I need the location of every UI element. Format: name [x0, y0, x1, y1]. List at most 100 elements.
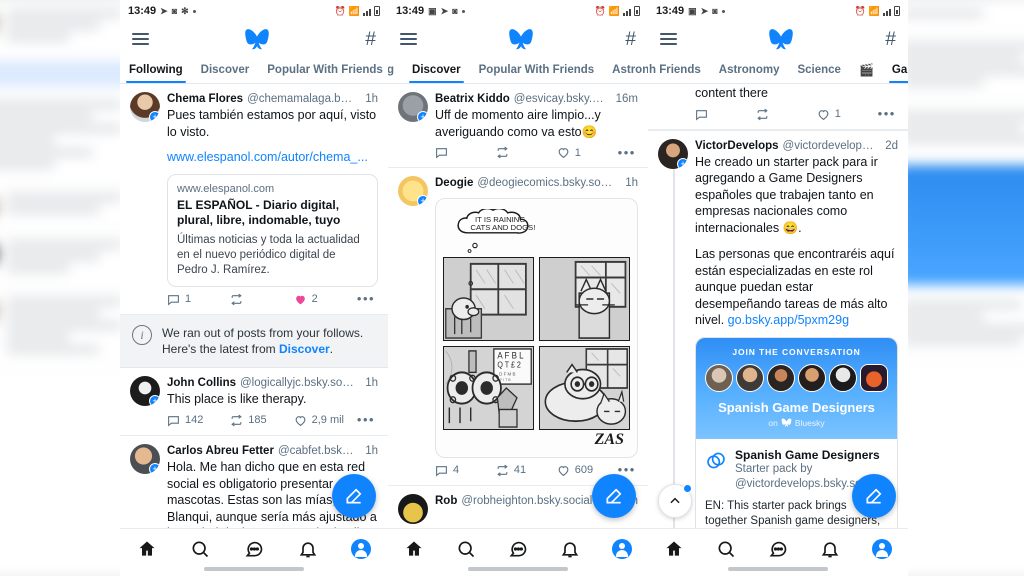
author-name[interactable]: Carlos Abreu Fetter	[167, 444, 274, 458]
feed-following[interactable]: + Chema Flores @chemamalaga.bsky.s... 1h…	[120, 84, 388, 528]
reply-action[interactable]: 142	[167, 414, 230, 427]
nav-profile[interactable]	[612, 538, 632, 559]
nav-messages[interactable]	[768, 539, 788, 559]
author-handle[interactable]: @chemamalaga.bsky.s...	[247, 92, 356, 106]
author-name[interactable]: Beatrix Kiddo	[435, 92, 510, 106]
repost-action[interactable]	[756, 108, 817, 121]
tab-following[interactable]: Following	[120, 56, 192, 83]
tab-astronomy[interactable]: Astronomy	[603, 56, 648, 83]
author-handle[interactable]: @deogiecomics.bsky.social	[477, 176, 616, 190]
tab-science[interactable]: Science	[788, 56, 849, 83]
tab-clapperboard[interactable]: 🎬	[850, 56, 883, 83]
follow-plus-icon[interactable]: +	[149, 395, 160, 406]
reply-action[interactable]: 4	[435, 464, 496, 477]
bottom-navigation[interactable]	[648, 528, 908, 576]
avatar[interactable]: +	[398, 92, 428, 122]
repost-action[interactable]	[496, 146, 557, 159]
hashtag-icon[interactable]: #	[625, 30, 636, 49]
nav-profile[interactable]	[351, 538, 372, 559]
post-link[interactable]: www.elespanol.com/autor/chema_...	[167, 149, 378, 165]
author-handle[interactable]: @esvicay.bsky.social	[514, 92, 607, 106]
nav-messages[interactable]	[508, 539, 528, 559]
follow-plus-icon[interactable]: +	[149, 111, 160, 122]
tab-popular-with-friends[interactable]: Popular With Friends	[470, 56, 604, 83]
nav-notifications[interactable]	[560, 539, 580, 559]
author-name[interactable]: Rob	[435, 494, 457, 508]
author-handle[interactable]: @victordevelops.bsk...	[783, 139, 877, 153]
nav-notifications[interactable]	[820, 539, 840, 559]
author-name[interactable]: Chema Flores	[167, 92, 243, 106]
bottom-navigation[interactable]	[120, 528, 388, 576]
feed-gamedev[interactable]: content there 1 ••• + VictorDevelops @vi…	[648, 84, 908, 528]
nav-home[interactable]	[137, 539, 157, 559]
author-name[interactable]: VictorDevelops	[695, 139, 779, 153]
tab-popular-with-friends-partial[interactable]: h Friends	[648, 56, 710, 83]
comic-image[interactable]: IT IS RAINING CATS AND DOGS! A F B L Q T…	[435, 197, 638, 458]
like-action[interactable]: 2,9 mil	[294, 414, 357, 427]
tab-discover[interactable]: Discover	[192, 56, 259, 83]
menu-icon[interactable]	[400, 30, 417, 48]
reply-action[interactable]: 1	[167, 293, 230, 306]
more-options-action[interactable]: •••	[878, 107, 898, 120]
hashtag-icon[interactable]: #	[365, 30, 376, 49]
scroll-to-top-button[interactable]	[658, 484, 692, 518]
more-options-action[interactable]: •••	[357, 292, 378, 305]
post-item[interactable]: + Chema Flores @chemamalaga.bsky.s... 1h…	[120, 84, 388, 315]
nav-search[interactable]	[190, 539, 210, 559]
tab-astronomy[interactable]: Astronomy	[710, 56, 789, 83]
post-shortlink[interactable]: go.bsky.app/5pxm29g	[728, 313, 849, 327]
avatar[interactable]: +	[130, 376, 160, 406]
menu-icon[interactable]	[132, 30, 149, 48]
more-options-action[interactable]: •••	[357, 414, 378, 427]
more-options-action[interactable]: •••	[618, 464, 638, 477]
more-options-action[interactable]: •••	[618, 146, 638, 159]
tab-popular-with-friends[interactable]: Popular With Friends	[258, 56, 388, 83]
post-item[interactable]: + John Collins @logicallyjc.bsky.social …	[120, 368, 388, 436]
author-name[interactable]: John Collins	[167, 376, 236, 390]
like-action[interactable]: 1	[817, 108, 878, 121]
follow-plus-icon[interactable]: +	[417, 195, 428, 207]
avatar[interactable]: +	[658, 138, 688, 169]
nav-home[interactable]	[664, 539, 684, 559]
avatar[interactable]: +	[130, 443, 160, 474]
feed-tabs[interactable]: h Friends Astronomy Science 🎬 Game Dev	[648, 56, 908, 84]
post-item[interactable]: + Deogie @deogiecomics.bsky.social 1h IT…	[388, 168, 648, 484]
hashtag-icon[interactable]: #	[885, 30, 896, 49]
avatar[interactable]: +	[130, 92, 160, 122]
reply-action[interactable]	[435, 146, 496, 159]
compose-button[interactable]	[592, 474, 636, 518]
repost-action[interactable]: 185	[230, 414, 293, 427]
menu-icon[interactable]	[660, 30, 677, 48]
like-action[interactable]: 2	[294, 293, 357, 306]
repost-action[interactable]	[230, 293, 293, 306]
reply-action[interactable]	[695, 108, 756, 121]
follow-plus-icon[interactable]: +	[149, 462, 160, 474]
avatar[interactable]: +	[398, 176, 428, 207]
follow-plus-icon[interactable]: +	[417, 111, 428, 122]
author-handle[interactable]: @robheighton.bsky.social	[461, 494, 592, 508]
author-handle[interactable]: @cabfet.bsky.soc..	[278, 444, 356, 458]
tab-astrog-partial[interactable]: g	[388, 56, 403, 83]
nav-profile[interactable]	[872, 538, 892, 559]
feed-tabs[interactable]: Following Discover Popular With Friends …	[120, 56, 388, 84]
feed-tabs[interactable]: g Discover Popular With Friends Astronom…	[388, 56, 648, 84]
nav-messages[interactable]	[244, 539, 264, 559]
post-item[interactable]: + Beatrix Kiddo @esvicay.bsky.social 16m…	[388, 84, 648, 169]
nav-search[interactable]	[716, 539, 736, 559]
bottom-navigation[interactable]	[388, 528, 648, 576]
compose-button[interactable]	[332, 474, 376, 518]
nav-home[interactable]	[404, 539, 424, 559]
avatar[interactable]	[398, 493, 428, 524]
tab-discover[interactable]: Discover	[403, 56, 470, 83]
author-name[interactable]: Deogie	[435, 176, 473, 190]
author-handle[interactable]: @logicallyjc.bsky.social	[240, 376, 356, 390]
repost-action[interactable]: 41	[496, 464, 557, 477]
nav-search[interactable]	[456, 539, 476, 559]
link-preview-card[interactable]: www.elespanol.com EL ESPAÑOL - Diario di…	[167, 173, 378, 287]
tab-game-dev[interactable]: Game Dev	[883, 56, 908, 83]
like-action[interactable]: 1	[557, 146, 618, 159]
post-item[interactable]: + VictorDevelops @victordevelops.bsk... …	[648, 129, 908, 528]
compose-button[interactable]	[852, 474, 896, 518]
notice-discover-link[interactable]: Discover	[279, 342, 330, 356]
follow-plus-icon[interactable]: +	[677, 157, 688, 169]
